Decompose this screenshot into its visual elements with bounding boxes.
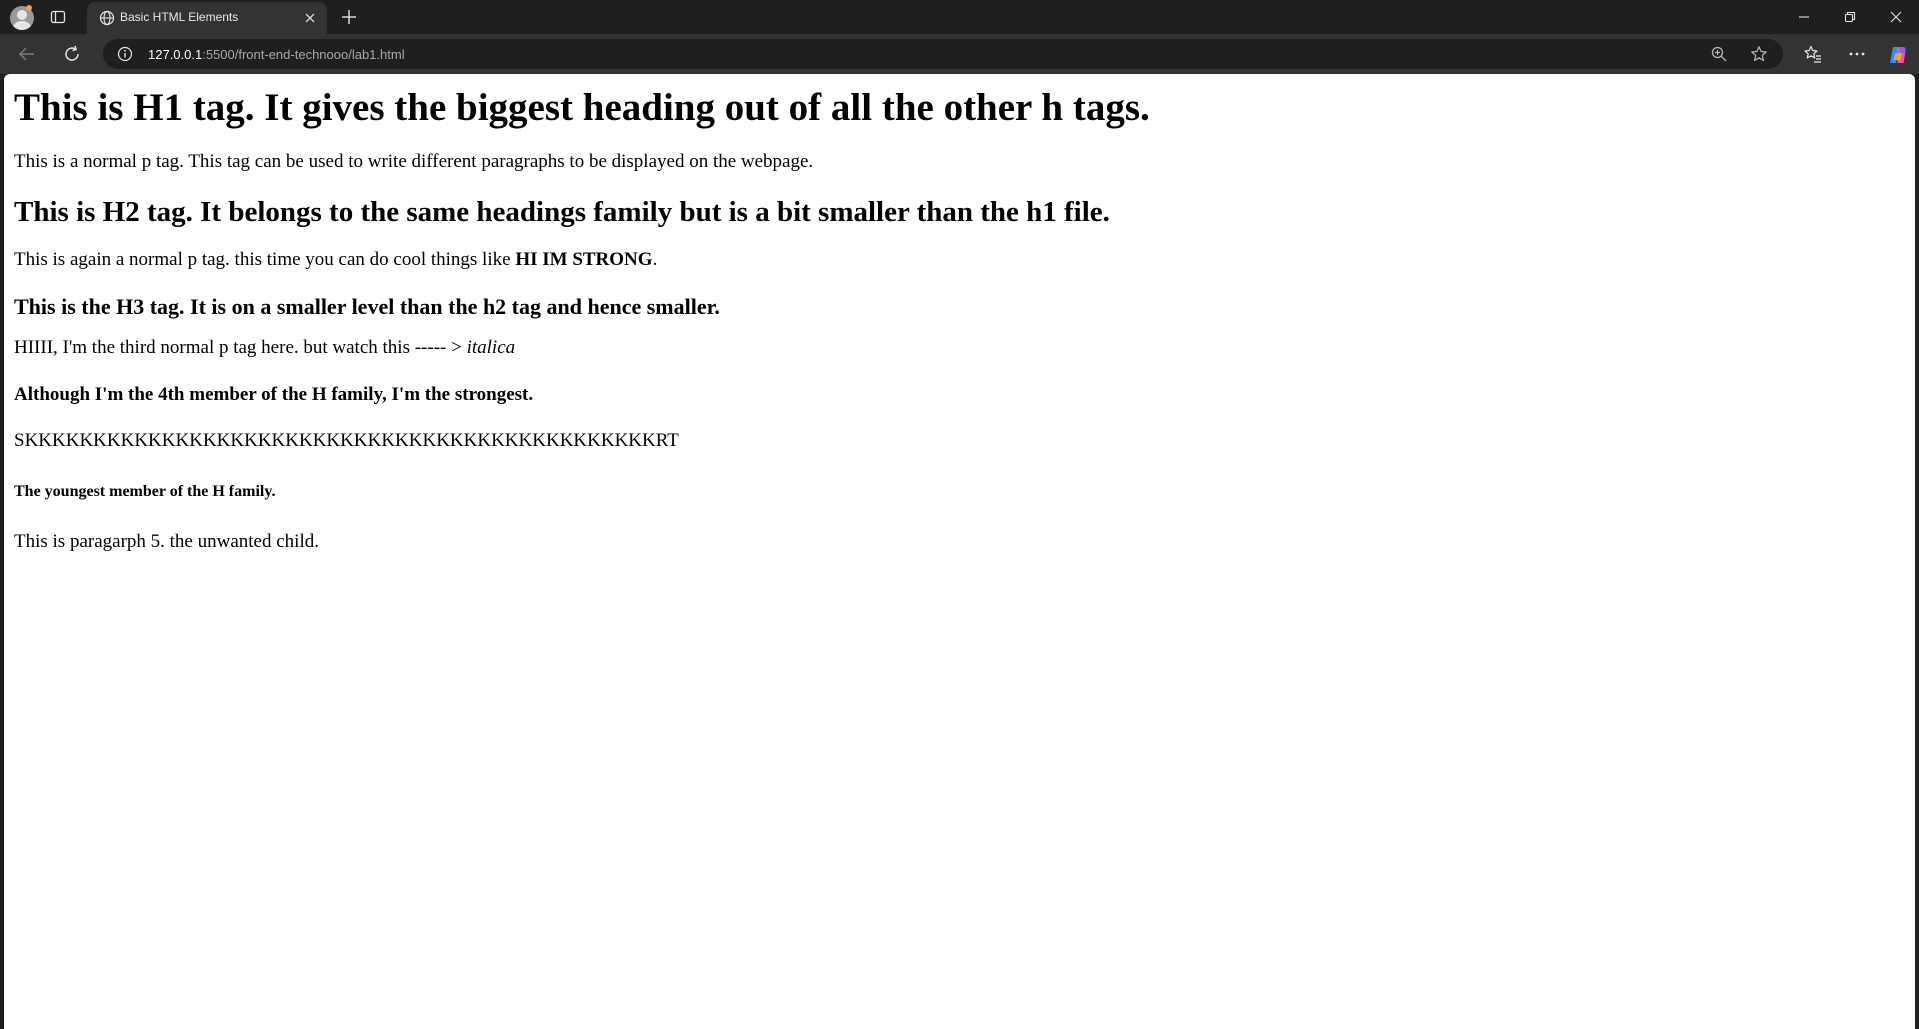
paragraph-2-text: This is again a normal p tag. this time … xyxy=(14,248,516,270)
favorites-icon[interactable] xyxy=(1803,44,1823,64)
italic-text: italica xyxy=(466,337,516,359)
heading-h4: Although I'm the 4th member of the H fam… xyxy=(14,383,534,405)
paragraph-3: HIIII, I'm the third normal p tag here. … xyxy=(14,337,1905,360)
tab-actions-icon[interactable] xyxy=(50,9,66,25)
new-tab-plus-icon[interactable] xyxy=(340,8,358,26)
tab-active[interactable]: Basic HTML Elements xyxy=(87,2,327,34)
restore-button[interactable] xyxy=(1827,0,1873,34)
paragraph-2-end: . xyxy=(652,248,658,270)
heading-h3: This is the H3 tag. It is on a smaller l… xyxy=(14,293,720,319)
url-host: 127.0.0.1 xyxy=(148,47,203,62)
back-arrow-icon[interactable] xyxy=(17,44,37,64)
paragraph-3-text: HIIII, I'm the third normal p tag here. … xyxy=(14,337,467,359)
tab-title: Basic HTML Elements xyxy=(120,10,239,24)
heading-h1: This is H1 tag. It gives the biggest hea… xyxy=(14,86,1150,129)
minimize-button[interactable] xyxy=(1781,0,1827,34)
paragraph-5: This is paragarph 5. the unwanted child. xyxy=(14,530,319,552)
address-bar[interactable]: 127.0.0.1:5500/front-end-technooo/lab1.h… xyxy=(103,39,1783,69)
copilot-icon[interactable] xyxy=(1887,44,1907,64)
zoom-icon[interactable] xyxy=(1710,45,1728,63)
profile-notification-dot xyxy=(26,5,32,11)
strong-text: HI IM STRONG xyxy=(515,248,653,270)
heading-h2: This is H2 tag. It belongs to the same h… xyxy=(14,195,1110,228)
tab-strip: Basic HTML Elements xyxy=(0,0,1919,34)
more-menu-icon[interactable] xyxy=(1847,44,1867,64)
site-info-icon[interactable] xyxy=(117,46,133,62)
favorite-star-icon[interactable] xyxy=(1750,45,1768,63)
browser-toolbar: 127.0.0.1:5500/front-end-technooo/lab1.h… xyxy=(0,34,1919,74)
close-window-button[interactable] xyxy=(1873,0,1919,34)
refresh-icon[interactable] xyxy=(62,44,82,64)
paragraph-1: This is a normal p tag. This tag can be … xyxy=(14,150,814,172)
globe-icon xyxy=(99,10,115,26)
paragraph-2: This is again a normal p tag. this time … xyxy=(14,249,1905,272)
paragraph-4: SKKKKKKKKKKKKKKKKKKKKKKKKKKKKKKKKKKKKKKK… xyxy=(14,429,679,451)
page-content: This is H1 tag. It gives the biggest hea… xyxy=(4,74,1915,564)
heading-h6: The youngest member of the H family. xyxy=(14,482,276,500)
tab-close-icon[interactable] xyxy=(303,11,317,25)
url-text[interactable]: 127.0.0.1:5500/front-end-technooo/lab1.h… xyxy=(148,47,405,62)
page-viewport: This is H1 tag. It gives the biggest hea… xyxy=(4,74,1915,1029)
url-path: :5500/front-end-technooo/lab1.html xyxy=(202,47,405,62)
